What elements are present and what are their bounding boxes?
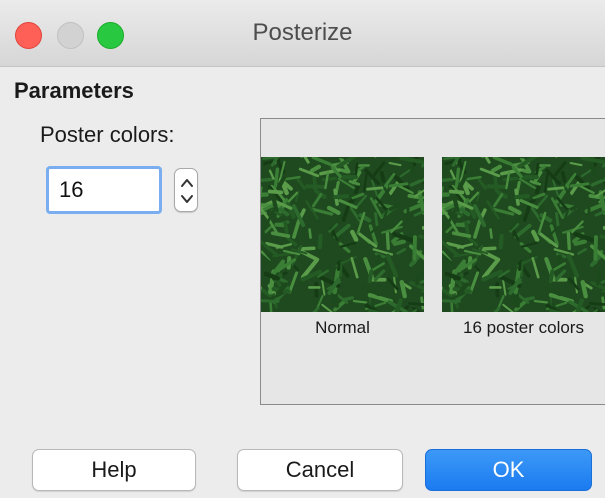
window-title: Posterize [252,19,353,46]
normal-preview-image [261,157,424,312]
ok-button[interactable]: OK [425,449,592,491]
poster-colors-stepper[interactable] [174,168,198,212]
posterized-caption: 16 poster colors [463,318,584,337]
posterized-preview-image [442,157,605,312]
stepper-down-icon [181,195,193,203]
poster-colors-label: Poster colors: [40,122,175,147]
poster-colors-input[interactable] [46,166,162,214]
preview-panel: Normal 16 poster colors [260,118,605,405]
title-bar: Posterize [0,0,605,67]
normal-caption: Normal [315,318,370,337]
parameters-heading: Parameters [14,78,134,103]
help-button[interactable]: Help [32,449,196,491]
cancel-button[interactable]: Cancel [237,449,403,491]
stepper-up-icon [181,179,193,187]
